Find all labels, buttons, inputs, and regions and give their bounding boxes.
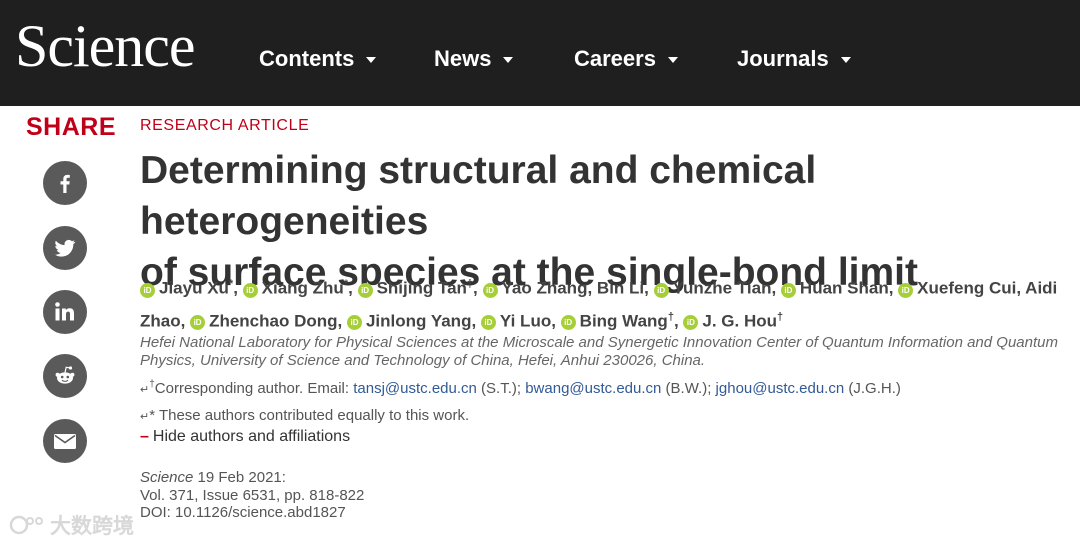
author-name[interactable]: Bin Li <box>597 279 644 298</box>
chevron-down-icon <box>366 57 377 63</box>
author-name[interactable]: Shijing Tan <box>377 279 467 298</box>
author-separator: , <box>233 278 243 298</box>
reddit-icon <box>55 366 75 384</box>
watermark-logo-icon <box>9 515 43 535</box>
email-owner: (S.T.); <box>476 380 526 397</box>
orcid-icon[interactable]: iD <box>482 282 498 298</box>
orcid-icon[interactable]: iD <box>683 315 699 331</box>
author-separator: , <box>348 278 358 298</box>
nav-label: Journals <box>737 46 829 71</box>
orcid-icon[interactable]: iD <box>480 315 496 331</box>
article-title-line-1: Determining structural and chemical hete… <box>140 149 817 243</box>
chevron-down-icon <box>840 57 851 63</box>
email-owner: (J.G.H.) <box>844 380 901 397</box>
share-reddit-button[interactable] <box>43 354 87 398</box>
watermark-text: 大数跨境 <box>50 515 134 538</box>
author-separator: , <box>644 278 654 298</box>
chevron-down-icon <box>667 57 678 63</box>
author-separator: , <box>673 311 684 331</box>
share-facebook-button[interactable] <box>43 161 87 205</box>
share-twitter-button[interactable] <box>43 226 87 270</box>
corr-prefix: Corresponding author. Email: <box>154 380 354 397</box>
orcid-icon[interactable]: iD <box>190 315 206 331</box>
orcid-icon[interactable]: iD <box>898 282 914 298</box>
nav-contents[interactable]: Contents <box>259 44 377 74</box>
author-name[interactable]: Zhenchao Dong <box>209 311 337 330</box>
orcid-icon[interactable]: iD <box>357 282 373 298</box>
author-name[interactable]: Jiayu Xu <box>159 279 229 298</box>
orcid-icon[interactable]: iD <box>560 315 576 331</box>
author-name[interactable]: J. G. Hou <box>702 311 777 330</box>
share-linkedin-button[interactable] <box>43 290 87 334</box>
nav-careers[interactable]: Careers <box>574 44 678 74</box>
linkedin-icon <box>55 302 74 321</box>
author-separator: , <box>771 278 781 298</box>
author-name[interactable]: Xiang Zhu <box>262 279 344 298</box>
author-name[interactable]: Bing Wang <box>580 311 668 330</box>
doi: DOI: 10.1126/science.abd1827 <box>140 504 346 521</box>
chevron-down-icon <box>503 57 514 63</box>
nav-label: News <box>434 46 492 71</box>
twitter-icon <box>55 239 76 257</box>
orcid-icon[interactable]: iD <box>346 315 362 331</box>
author-mark: † <box>777 310 784 323</box>
author-separator: , <box>471 311 481 331</box>
author-separator: , <box>337 311 347 331</box>
author-separator: , <box>888 278 899 298</box>
email-link-tansj[interactable]: tansj@ustc.edu.cn <box>353 380 477 397</box>
author-separator: , <box>587 278 597 298</box>
publication-info: Science 19 Feb 2021: Vol. 371, Issue 653… <box>140 469 364 522</box>
nav-label: Contents <box>259 46 355 71</box>
email-icon <box>54 434 76 449</box>
orcid-icon[interactable]: iD <box>242 282 258 298</box>
science-logo[interactable]: Science <box>15 16 196 76</box>
collapse-icon: – <box>140 428 149 445</box>
nav-label: Careers <box>574 46 656 71</box>
author-separator: , <box>180 311 191 331</box>
nav-news[interactable]: News <box>434 44 514 74</box>
email-link-jghou[interactable]: jghou@ustc.edu.cn <box>716 380 845 397</box>
author-name[interactable]: Jinlong Yang <box>366 311 471 330</box>
nav-journals[interactable]: Journals <box>737 44 851 74</box>
share-heading: SHARE <box>26 113 117 141</box>
equal-text: * These authors contributed equally to t… <box>149 407 470 424</box>
affiliation: Hefei National Laboratory for Physical S… <box>140 334 1058 369</box>
facebook-icon <box>60 174 70 193</box>
corresponding-author: ↵†Corresponding author. Email: tansj@ust… <box>140 379 901 397</box>
return-arrow-icon: ↵ <box>140 411 150 423</box>
author-separator: , <box>473 278 483 298</box>
author-separator: , <box>551 311 561 331</box>
orcid-icon[interactable]: iD <box>140 282 155 298</box>
email-link-bwang[interactable]: bwang@ustc.edu.cn <box>525 380 661 397</box>
author-name[interactable]: Yunzhe Tian <box>673 279 772 298</box>
author-name[interactable]: Xuefeng Cui <box>917 279 1016 298</box>
hide-authors-toggle[interactable]: – Hide authors and affiliations <box>140 428 350 446</box>
author-name[interactable]: Huan Shan <box>800 279 889 298</box>
watermark: 大数跨境 <box>8 510 134 540</box>
author-name[interactable]: Yao Zhang <box>502 279 588 298</box>
article-type-label: RESEARCH ARTICLE <box>140 117 310 134</box>
site-header: Science Contents News Careers Journals <box>0 0 1080 106</box>
author-name[interactable]: Yi Luo <box>500 311 551 330</box>
orcid-icon[interactable]: iD <box>780 282 796 298</box>
return-arrow-icon: ↵ <box>140 384 150 396</box>
email-owner: (B.W.); <box>661 380 716 397</box>
hide-authors-label: Hide authors and affiliations <box>152 428 351 445</box>
author-separator: , <box>1016 278 1026 298</box>
author-list: iD Jiayu Xu*, iD Xiang Zhu*, iD Shijing Tan… <box>140 270 1060 335</box>
share-email-button[interactable] <box>43 419 87 463</box>
equal-contribution-note: ↵* These authors contributed equally to … <box>140 407 469 424</box>
orcid-icon[interactable]: iD <box>653 282 669 298</box>
publication-date: 19 Feb 2021: <box>193 469 286 486</box>
volume-info: Vol. 371, Issue 6531, pp. 818-822 <box>140 486 365 504</box>
journal-name: Science <box>140 469 194 486</box>
